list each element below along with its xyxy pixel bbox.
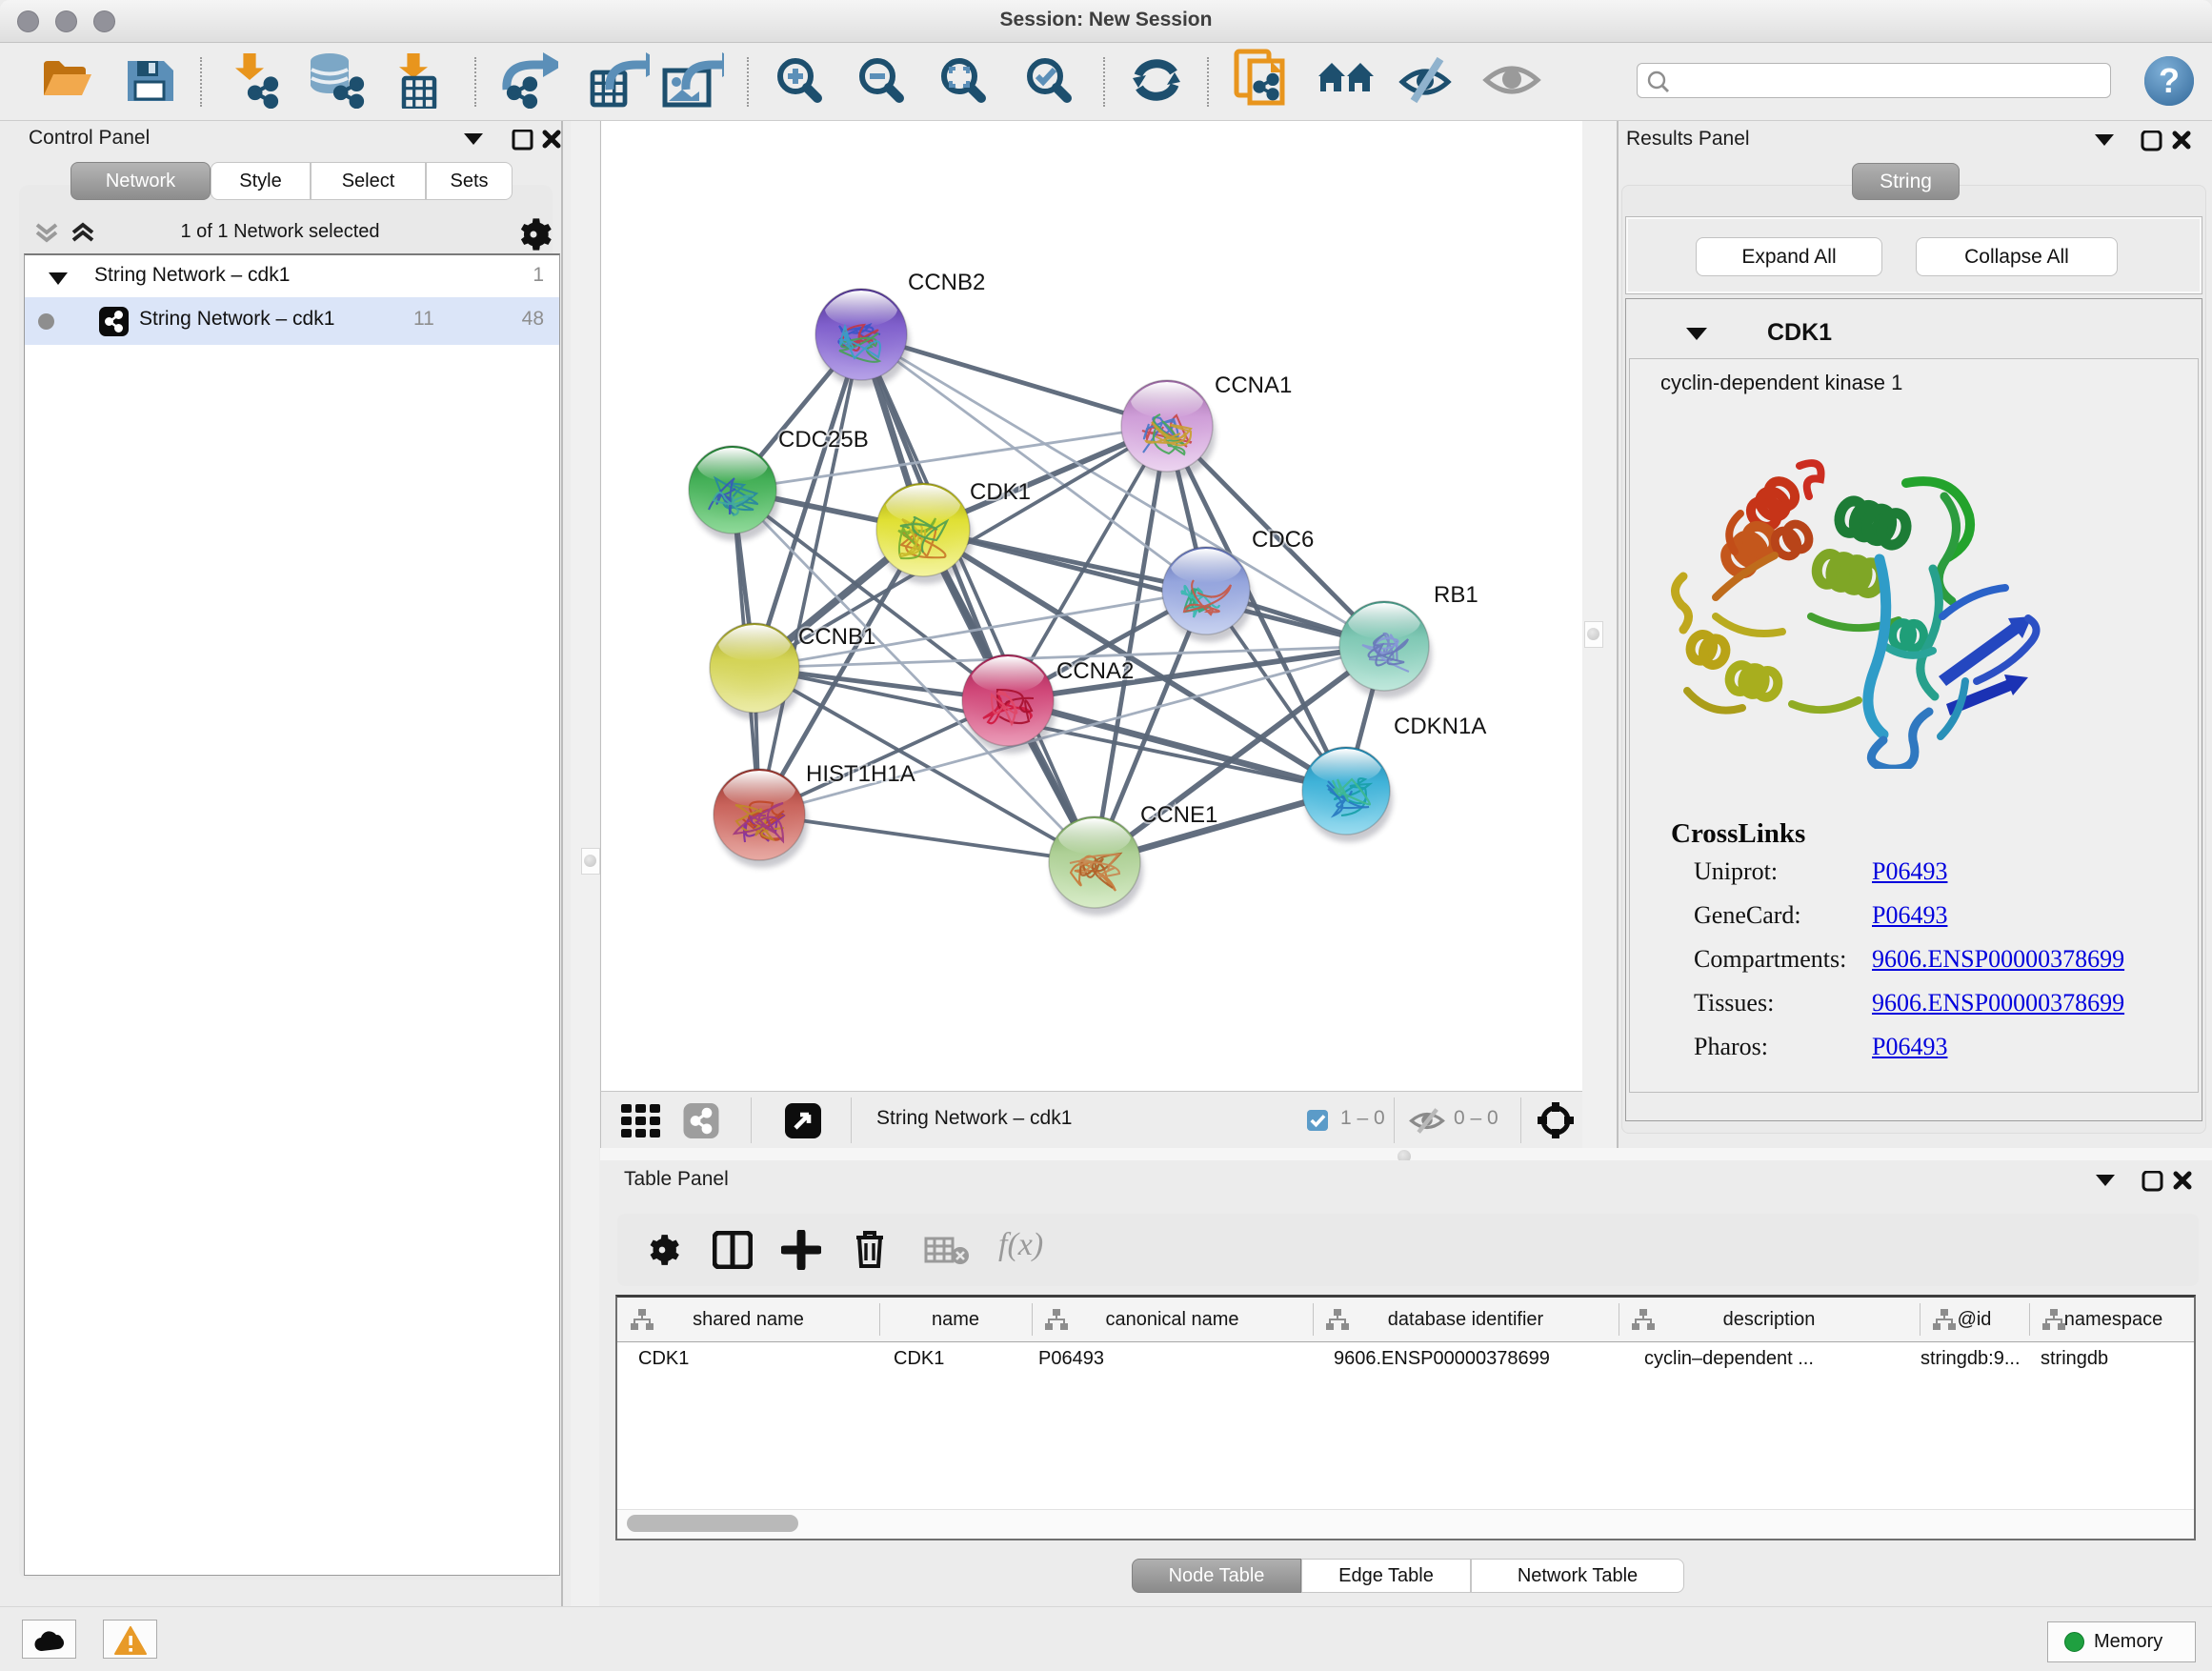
- svg-text:HIST1H1A: HIST1H1A: [806, 761, 915, 787]
- svg-text:CDC25B: CDC25B: [778, 427, 869, 453]
- svg-text:CCNA2: CCNA2: [1056, 658, 1134, 684]
- svg-text:CDKN1A: CDKN1A: [1394, 714, 1486, 739]
- svg-text:CDK1: CDK1: [970, 479, 1031, 505]
- svg-text:CCNB2: CCNB2: [908, 270, 985, 295]
- svg-text:CCNB1: CCNB1: [798, 624, 875, 650]
- svg-text:?: ?: [2159, 61, 2180, 100]
- svg-text:CCNE1: CCNE1: [1140, 802, 1217, 828]
- svg-text:CCNA1: CCNA1: [1215, 372, 1292, 398]
- svg-text:CDC6: CDC6: [1252, 527, 1314, 553]
- svg-text:RB1: RB1: [1434, 582, 1478, 608]
